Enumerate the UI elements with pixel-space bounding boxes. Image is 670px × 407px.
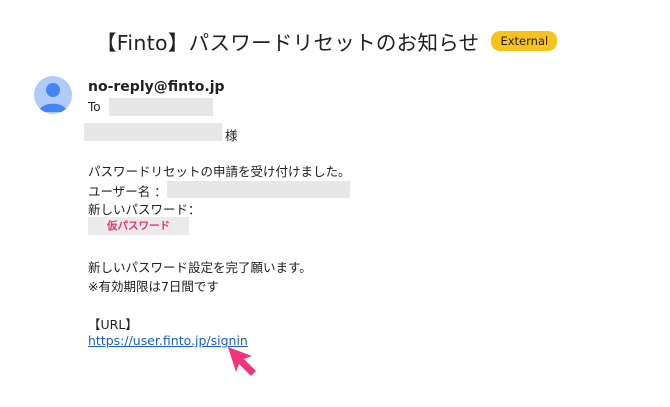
complete-line: 新しいパスワード設定を完了願います。 bbox=[88, 260, 312, 275]
redacted-name bbox=[84, 123, 222, 141]
salutation-suffix: 様 bbox=[225, 128, 238, 143]
redacted-username bbox=[167, 181, 350, 198]
email-subject: 【Finto】パスワードリセットのお知らせ bbox=[96, 31, 480, 55]
expiry-line: ※有効期限は7日間です bbox=[88, 279, 219, 294]
to-label: To bbox=[88, 100, 101, 114]
new-password-label: 新しいパスワード： bbox=[88, 202, 201, 217]
temp-password-value: 仮パスワード bbox=[88, 217, 189, 235]
person-icon bbox=[39, 83, 67, 112]
redacted-recipient bbox=[108, 98, 213, 116]
pointer-arrow-icon bbox=[226, 345, 262, 385]
username-label: ユーザー名 ： bbox=[88, 184, 167, 199]
sender-avatar[interactable] bbox=[34, 76, 72, 114]
external-badge: External bbox=[491, 31, 558, 51]
request-line: パスワードリセットの申請を受け付けました。 bbox=[88, 164, 351, 179]
signin-link[interactable]: https://user.finto.jp/signin bbox=[88, 333, 248, 348]
recipient-row: To bbox=[88, 98, 213, 116]
url-header: 【URL】 bbox=[88, 317, 138, 332]
sender-address[interactable]: no-reply@finto.jp bbox=[88, 79, 225, 95]
email-header: 【Finto】パスワードリセットのお知らせ External bbox=[96, 26, 558, 56]
